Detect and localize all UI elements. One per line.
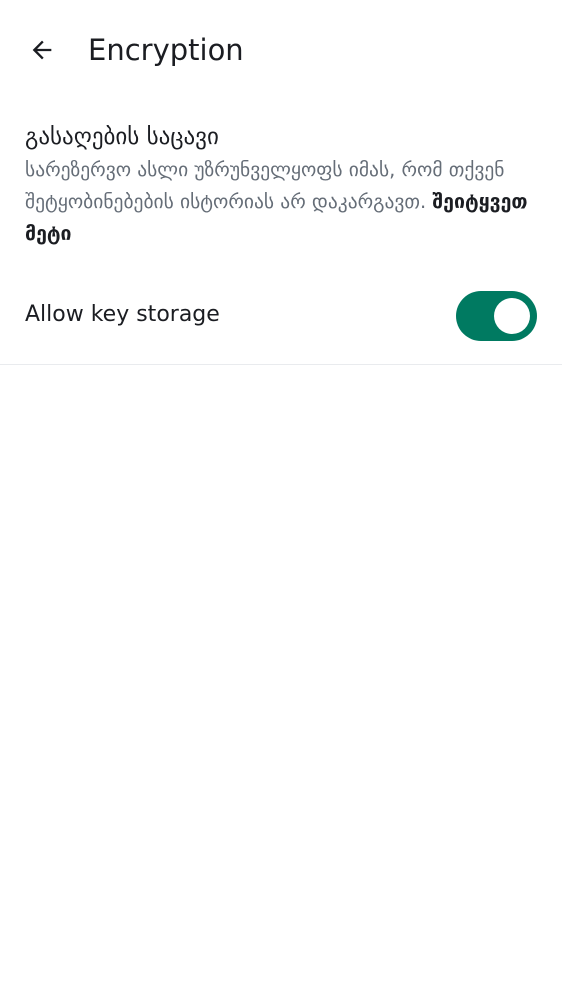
allow-key-storage-row[interactable]: Allow key storage (0, 268, 562, 365)
arrow-left-icon (32, 40, 52, 60)
top-app-bar: Encryption (0, 0, 562, 100)
key-backup-section: გასაღების საცავი სარეზერვო ასლი უზრუნველ… (25, 120, 540, 250)
toggle-knob (494, 298, 530, 334)
allow-key-storage-toggle[interactable] (456, 291, 537, 341)
back-button[interactable] (18, 26, 66, 74)
section-title: გასაღების საცავი (25, 124, 219, 150)
page-title: Encryption (88, 33, 244, 67)
section-description: სარეზერვო ასლი უზრუნველყოფს იმას, რომ თქ… (25, 154, 540, 250)
allow-key-storage-label: Allow key storage (25, 302, 220, 327)
